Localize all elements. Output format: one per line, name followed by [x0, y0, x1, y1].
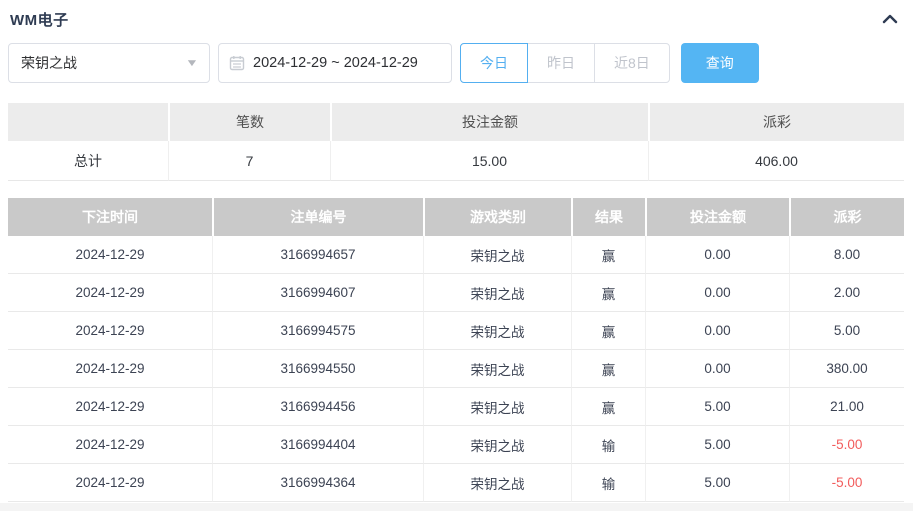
bet-amount-cell: 5.00 [645, 426, 789, 464]
search-button[interactable]: 查询 [681, 43, 759, 83]
payout-cell: -5.00 [789, 426, 904, 464]
bet-id-cell: 3166994456 [212, 388, 423, 426]
bet-id-cell: 3166994575 [212, 312, 423, 350]
summary-total-payout: 406.00 [648, 141, 904, 181]
table-row: 2024-12-293166994364荣钥之战输5.00-5.00 [8, 464, 904, 502]
summary-table: 笔数 投注金额 派彩 总计 7 15.00 406.00 [8, 103, 904, 181]
collapse-panel-button[interactable] [880, 11, 900, 27]
date-range-input[interactable]: 2024-12-29 ~ 2024-12-29 [218, 43, 452, 83]
wm-panel: WM电子 荣钥之战 ▼ 2024-12-29 ~ [0, 0, 913, 503]
result-cell: 赢 [571, 236, 645, 274]
last-8-days-button[interactable]: 近8日 [594, 43, 670, 83]
detail-header-game-type: 游戏类别 [423, 198, 571, 236]
summary-header-bet-amount: 投注金额 [330, 103, 648, 141]
bet-amount-cell: 0.00 [645, 350, 789, 388]
summary-header-payout: 派彩 [648, 103, 904, 141]
game-select[interactable]: 荣钥之战 ▼ [8, 43, 210, 83]
page-title: WM电子 [10, 9, 69, 30]
calendar-icon [229, 55, 245, 71]
bet-time-cell: 2024-12-29 [8, 236, 212, 274]
game-type-cell: 荣钥之战 [423, 388, 571, 426]
payout-cell: 2.00 [789, 274, 904, 312]
bet-id-cell: 3166994364 [212, 464, 423, 502]
bet-amount-cell: 5.00 [645, 464, 789, 502]
detail-header-bet-amount: 投注金额 [645, 198, 789, 236]
detail-header-result: 结果 [571, 198, 645, 236]
detail-header-bet-id: 注单编号 [212, 198, 423, 236]
summary-header-row: 笔数 投注金额 派彩 [8, 103, 904, 141]
bet-id-cell: 3166994607 [212, 274, 423, 312]
game-select-value: 荣钥之战 [21, 53, 77, 73]
bet-amount-cell: 0.00 [645, 274, 789, 312]
detail-header-row: 下注时间 注单编号 游戏类别 结果 投注金额 派彩 [8, 198, 904, 236]
result-cell: 赢 [571, 312, 645, 350]
bet-id-cell: 3166994657 [212, 236, 423, 274]
summary-header-count: 笔数 [168, 103, 330, 141]
game-type-cell: 荣钥之战 [423, 312, 571, 350]
filter-bar: 荣钥之战 ▼ 2024-12-29 ~ 2024-12-29 今日 昨日 近8日 [8, 43, 904, 83]
result-cell: 赢 [571, 274, 645, 312]
bet-id-cell: 3166994550 [212, 350, 423, 388]
bet-time-cell: 2024-12-29 [8, 350, 212, 388]
detail-header-bet-time: 下注时间 [8, 198, 212, 236]
payout-cell: 8.00 [789, 236, 904, 274]
result-cell: 输 [571, 426, 645, 464]
bet-id-cell: 3166994404 [212, 426, 423, 464]
game-type-cell: 荣钥之战 [423, 464, 571, 502]
bet-time-cell: 2024-12-29 [8, 312, 212, 350]
game-type-cell: 荣钥之战 [423, 350, 571, 388]
summary-total-count: 7 [168, 141, 330, 181]
panel-header: WM电子 [8, 6, 904, 32]
result-cell: 输 [571, 464, 645, 502]
detail-table-body: 2024-12-293166994657荣钥之战赢0.008.002024-12… [8, 236, 904, 502]
payout-cell: -5.00 [789, 464, 904, 502]
payout-cell: 5.00 [789, 312, 904, 350]
summary-total-label: 总计 [8, 141, 168, 181]
bet-time-cell: 2024-12-29 [8, 274, 212, 312]
bet-amount-cell: 0.00 [645, 236, 789, 274]
summary-total-row: 总计 7 15.00 406.00 [8, 141, 904, 181]
chevron-down-icon: ▼ [185, 58, 199, 69]
bet-amount-cell: 0.00 [645, 312, 789, 350]
bet-amount-cell: 5.00 [645, 388, 789, 426]
table-row: 2024-12-293166994575荣钥之战赢0.005.00 [8, 312, 904, 350]
quick-filter-group: 今日 昨日 近8日 [460, 43, 670, 83]
game-type-cell: 荣钥之战 [423, 236, 571, 274]
table-row: 2024-12-293166994550荣钥之战赢0.00380.00 [8, 350, 904, 388]
detail-header-payout: 派彩 [789, 198, 904, 236]
table-row: 2024-12-293166994657荣钥之战赢0.008.00 [8, 236, 904, 274]
chevron-up-icon [882, 13, 898, 28]
game-type-cell: 荣钥之战 [423, 274, 571, 312]
summary-total-bet-amount: 15.00 [330, 141, 648, 181]
bet-time-cell: 2024-12-29 [8, 464, 212, 502]
result-cell: 赢 [571, 388, 645, 426]
table-row: 2024-12-293166994404荣钥之战输5.00-5.00 [8, 426, 904, 464]
table-row: 2024-12-293166994456荣钥之战赢5.0021.00 [8, 388, 904, 426]
payout-cell: 380.00 [789, 350, 904, 388]
table-row: 2024-12-293166994607荣钥之战赢0.002.00 [8, 274, 904, 312]
summary-header-empty [8, 103, 168, 141]
date-range-value: 2024-12-29 ~ 2024-12-29 [253, 55, 418, 71]
detail-table: 下注时间 注单编号 游戏类别 结果 投注金额 派彩 2024-12-293166… [8, 198, 904, 502]
result-cell: 赢 [571, 350, 645, 388]
payout-cell: 21.00 [789, 388, 904, 426]
bet-time-cell: 2024-12-29 [8, 388, 212, 426]
bet-time-cell: 2024-12-29 [8, 426, 212, 464]
today-button[interactable]: 今日 [460, 43, 528, 83]
yesterday-button[interactable]: 昨日 [527, 43, 595, 83]
game-type-cell: 荣钥之战 [423, 426, 571, 464]
